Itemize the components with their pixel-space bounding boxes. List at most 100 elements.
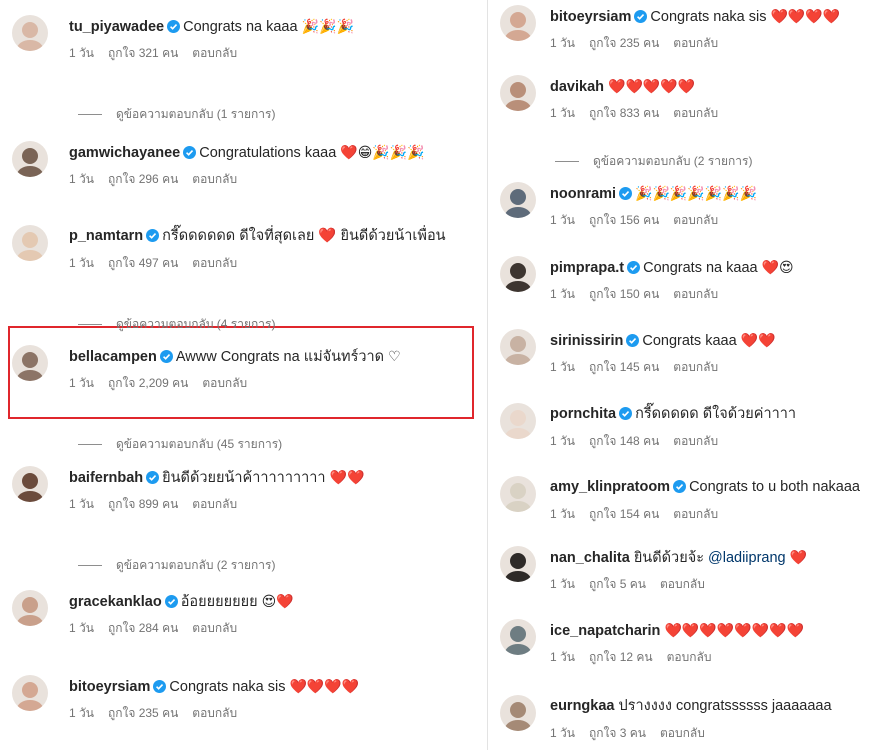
reply-button[interactable]: ตอบกลับ [673, 106, 718, 120]
avatar[interactable] [500, 695, 536, 731]
username[interactable]: bitoeyrsiam [550, 9, 631, 25]
avatar[interactable] [500, 256, 536, 292]
reply-button[interactable]: ตอบกลับ [667, 650, 712, 664]
view-replies-button[interactable]: ดูข้อความตอบกลับ (2 รายการ) [78, 556, 275, 575]
username[interactable]: gracekanklao [69, 594, 162, 610]
avatar[interactable] [12, 15, 48, 51]
comment-text: กรี๊ดดดดดด ดีใจที่สุดเลย ❤️ ยินดีด้วยน้า… [162, 228, 446, 244]
like-count[interactable]: ถูกใจ 833 คน [589, 106, 659, 120]
like-count[interactable]: ถูกใจ 497 คน [108, 256, 178, 270]
comment-line: noonrami 🎉🎉🎉🎉🎉🎉🎉 [550, 184, 757, 203]
reply-button[interactable]: ตอบกลับ [192, 621, 237, 635]
reply-button[interactable]: ตอบกลับ [673, 287, 718, 301]
avatar[interactable] [12, 345, 48, 381]
comment-line: baifernbah ยินดีด้วยยน้าค้าาาาาาาาา ❤️❤️ [69, 468, 364, 487]
like-count[interactable]: ถูกใจ 235 คน [108, 706, 178, 720]
reply-button[interactable]: ตอบกลับ [192, 497, 237, 511]
like-count[interactable]: ถูกใจ 12 คน [589, 650, 653, 664]
emoji-text: ❤️❤️❤️❤️❤️ [608, 78, 696, 94]
like-count[interactable]: ถูกใจ 321 คน [108, 46, 178, 60]
comment-meta: 1 วัน ถูกใจ 145 คน ตอบกลับ [550, 360, 732, 374]
like-count[interactable]: ถูกใจ 2,209 คน [108, 376, 188, 390]
like-count[interactable]: ถูกใจ 284 คน [108, 621, 178, 635]
username[interactable]: bellacampen [69, 349, 157, 365]
view-replies-button[interactable]: ดูข้อความตอบกลับ (2 รายการ) [555, 152, 752, 171]
comment-text: Congrats naka sis [169, 679, 286, 695]
comment-meta: 1 วัน ถูกใจ 321 คน ตอบกลับ [69, 46, 251, 60]
avatar[interactable] [500, 182, 536, 218]
like-count[interactable]: ถูกใจ 3 คน [589, 726, 646, 740]
comment-time: 1 วัน [550, 434, 575, 448]
username[interactable]: p_namtarn [69, 228, 143, 244]
view-replies-button[interactable]: ดูข้อความตอบกลับ (4 รายการ) [78, 315, 275, 334]
comment-text: Congrats to u both nakaaa [689, 479, 860, 495]
view-replies-button[interactable]: ดูข้อความตอบกลับ (45 รายการ) [78, 435, 282, 454]
username[interactable]: nan_chalita [550, 550, 630, 566]
avatar[interactable] [12, 225, 48, 261]
username[interactable]: amy_klinpratoom [550, 479, 670, 495]
avatar[interactable] [12, 141, 48, 177]
avatar[interactable] [500, 329, 536, 365]
highlight-box [8, 326, 474, 419]
reply-button[interactable]: ตอบกลับ [192, 172, 237, 186]
comment-meta: 1 วัน ถูกใจ 150 คน ตอบกลับ [550, 287, 732, 301]
reply-button[interactable]: ตอบกลับ [673, 36, 718, 50]
replies-dash [78, 444, 102, 445]
username[interactable]: sirinissirin [550, 333, 623, 349]
username[interactable]: bitoeyrsiam [69, 679, 150, 695]
comment-text: Awww Congrats na แม่จันทร์วาด [175, 349, 385, 365]
view-replies-button[interactable]: ดูข้อความตอบกลับ (1 รายการ) [78, 105, 275, 124]
like-count[interactable]: ถูกใจ 5 คน [589, 577, 646, 591]
reply-button[interactable]: ตอบกลับ [660, 577, 705, 591]
reply-button[interactable]: ตอบกลับ [202, 376, 247, 390]
username[interactable]: eurngkaa [550, 698, 614, 714]
avatar[interactable] [500, 546, 536, 582]
username[interactable]: davikah [550, 79, 604, 95]
comment-meta: 1 วัน ถูกใจ 156 คน ตอบกลับ [550, 213, 732, 227]
replies-dash [78, 565, 102, 566]
reply-button[interactable]: ตอบกลับ [660, 726, 705, 740]
comment-line: ice_napatcharin ❤️❤️❤️❤️❤️❤️❤️❤️ [550, 621, 804, 640]
comment-time: 1 วัน [69, 621, 94, 635]
avatar[interactable] [500, 75, 536, 111]
avatar[interactable] [500, 403, 536, 439]
reply-button[interactable]: ตอบกลับ [673, 507, 718, 521]
username[interactable]: ice_napatcharin [550, 623, 660, 639]
comment-time: 1 วัน [550, 213, 575, 227]
reply-button[interactable]: ตอบกลับ [673, 213, 718, 227]
like-count[interactable]: ถูกใจ 156 คน [589, 213, 659, 227]
verified-badge-icon [153, 680, 167, 693]
like-count[interactable]: ถูกใจ 150 คน [589, 287, 659, 301]
avatar[interactable] [500, 5, 536, 41]
mention-link[interactable]: @ladiiprang [708, 550, 786, 566]
username[interactable]: gamwichayanee [69, 145, 180, 161]
reply-button[interactable]: ตอบกลับ [192, 256, 237, 270]
avatar[interactable] [12, 590, 48, 626]
avatar[interactable] [12, 466, 48, 502]
avatar[interactable] [500, 476, 536, 512]
like-count[interactable]: ถูกใจ 235 คน [589, 36, 659, 50]
like-count[interactable]: ถูกใจ 148 คน [589, 434, 659, 448]
verified-badge-icon [619, 407, 633, 420]
emoji-text: ❤️ [789, 549, 808, 565]
avatar[interactable] [12, 675, 48, 711]
username[interactable]: pimprapa.t [550, 260, 624, 276]
emoji-text: ❤️❤️❤️❤️❤️❤️❤️❤️ [664, 622, 804, 638]
avatar[interactable] [500, 619, 536, 655]
username[interactable]: noonrami [550, 186, 616, 202]
view-replies-label: ดูข้อความตอบกลับ (1 รายการ) [116, 107, 276, 121]
like-count[interactable]: ถูกใจ 154 คน [589, 507, 659, 521]
comment-line: amy_klinpratoom Congrats to u both nakaaa [550, 478, 860, 496]
like-count[interactable]: ถูกใจ 899 คน [108, 497, 178, 511]
reply-button[interactable]: ตอบกลับ [673, 434, 718, 448]
view-replies-label: ดูข้อความตอบกลับ (2 รายการ) [116, 558, 276, 572]
reply-button[interactable]: ตอบกลับ [673, 360, 718, 374]
username[interactable]: pornchita [550, 406, 616, 422]
like-count[interactable]: ถูกใจ 145 คน [589, 360, 659, 374]
reply-button[interactable]: ตอบกลับ [192, 706, 237, 720]
comment-meta: 1 วัน ถูกใจ 154 คน ตอบกลับ [550, 507, 732, 521]
username[interactable]: baifernbah [69, 470, 143, 486]
like-count[interactable]: ถูกใจ 296 คน [108, 172, 178, 186]
reply-button[interactable]: ตอบกลับ [192, 46, 237, 60]
username[interactable]: tu_piyawadee [69, 19, 164, 35]
